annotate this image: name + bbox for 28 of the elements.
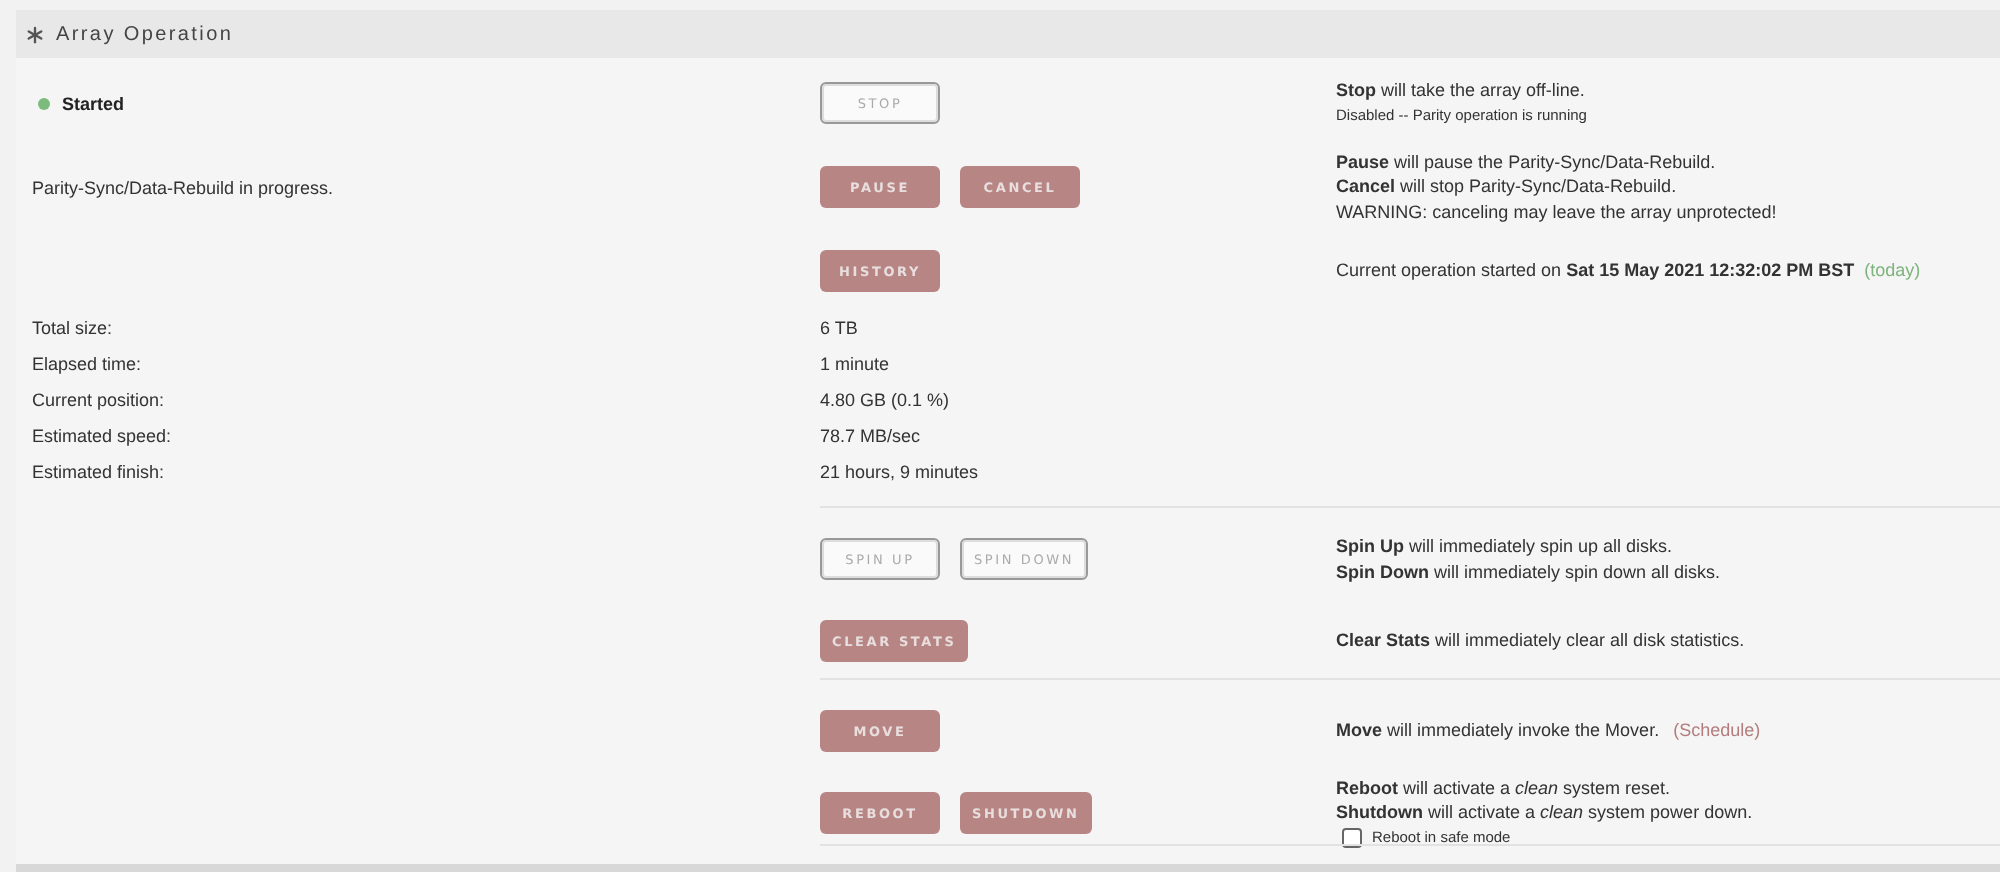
operation-status: Parity-Sync/Data-Rebuild in progress. bbox=[32, 177, 334, 197]
description-text: Stop will take the array off-line. bbox=[1336, 78, 1585, 103]
stat-label: Total size: bbox=[32, 318, 113, 338]
stat-label: Estimated finish: bbox=[32, 462, 165, 482]
schedule-link[interactable]: (Schedule) bbox=[1673, 718, 1761, 744]
stat-value: 21 hours, 9 minutes bbox=[820, 462, 979, 482]
date-note: (today) bbox=[1864, 258, 1921, 284]
description-text: Reboot will activate a clean system reset. bbox=[1336, 775, 1671, 801]
stat-label: Estimated speed: bbox=[32, 426, 172, 446]
stat-value: 78.7 MB/sec bbox=[820, 426, 921, 446]
description-text: Clear Stats will immediately clear all disk statistics. bbox=[1336, 628, 1745, 654]
stat-value: 4.80 GB (0.1 %) bbox=[820, 390, 950, 410]
description-text: Shutdown will activate a clean system power down. bbox=[1336, 800, 1753, 826]
stat-label: Current position: bbox=[32, 390, 165, 410]
description-text: Spin Down will immediately spin down all disks. bbox=[1336, 559, 1721, 584]
panel-title: Array Operation bbox=[56, 23, 234, 45]
snowflake-icon bbox=[26, 25, 44, 43]
description-text: Cancel will stop Parity-Sync/Data-Rebuild. bbox=[1336, 174, 1677, 200]
description-text: Current operation started on Sat 15 May 2021 12:32:02 PM BST bbox=[1336, 258, 1855, 284]
checkbox[interactable] bbox=[1342, 828, 1362, 848]
description-text: WARNING: canceling may leave the array unprotected! bbox=[1336, 199, 1777, 225]
stat-value: 1 minute bbox=[820, 354, 890, 374]
status-label: Started bbox=[62, 93, 125, 113]
stat-label: Elapsed time: bbox=[32, 354, 142, 374]
stat-value: 6 TB bbox=[820, 318, 858, 338]
description-text: Spin Up will immediately spin up all disks. bbox=[1336, 534, 1673, 559]
description-text: Move will immediately invoke the Mover. bbox=[1336, 718, 1660, 744]
description-text: Pause will pause the Parity-Sync/Data-Rebuild. bbox=[1336, 149, 1716, 175]
